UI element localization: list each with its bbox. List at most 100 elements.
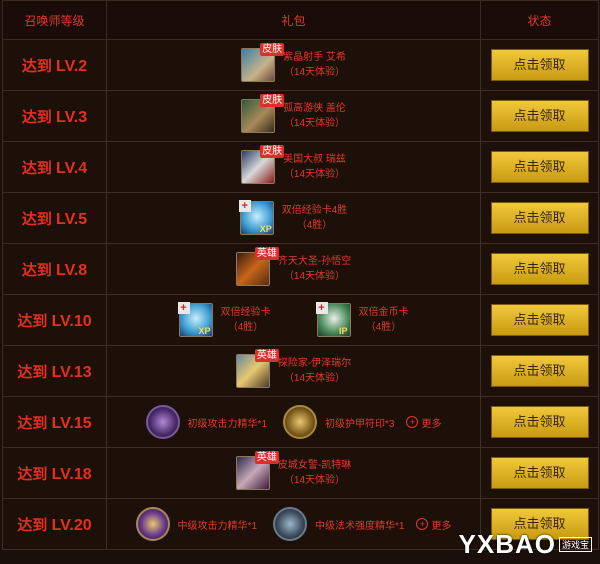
claim-button[interactable]: 点击领取 xyxy=(490,202,589,234)
table-row: 达到 LV.5 + XP 双倍经验卡4胜 （4胜） 点击领取 xyxy=(2,192,599,244)
skin-ryze-icon: 皮肤 xyxy=(241,145,285,184)
level-prefix: 达到 xyxy=(21,108,52,126)
table-header: 召唤师等级 礼包 状态 xyxy=(2,0,599,40)
level-value: LV.20 xyxy=(51,516,92,534)
table-row: 达到 LV.15 初级攻击力精华*1 初级护甲符印*3 + 更多 点击领取 xyxy=(2,396,599,448)
claim-button[interactable]: 点击领取 xyxy=(490,355,589,387)
skin-garen-icon: 皮肤 xyxy=(241,94,285,133)
skin-badge: 皮肤 xyxy=(260,145,285,158)
watermark-sub: 游戏宝 xyxy=(558,537,592,552)
table-row: 达到 LV.4 皮肤 美国大叔 瑞兹 （14天体验） 点击领取 xyxy=(2,141,599,193)
champion-badge: 英雄 xyxy=(254,451,279,464)
gift-duration: （14天体验） xyxy=(283,118,346,129)
status-cell: 点击领取 xyxy=(480,243,599,295)
level-value: LV.4 xyxy=(56,159,88,177)
rune-seal-icon xyxy=(283,405,317,439)
gift-name: 中级法术强度精华*1 xyxy=(315,520,405,532)
gift-name: 双倍金币卡 xyxy=(358,307,409,318)
gift-duration: （14天体验） xyxy=(283,271,346,282)
level-value: LV.2 xyxy=(56,57,88,75)
status-cell: 点击领取 xyxy=(480,141,599,193)
rune-glyph-icon xyxy=(273,507,307,541)
reward-table: 召唤师等级 礼包 状态 达到 LV.2 皮肤 紫晶射手 艾希 （14天体验） 点击… xyxy=(2,0,599,550)
claim-button[interactable]: 点击领取 xyxy=(490,151,589,183)
table-row: 达到 LV.10 + XP 双倍经验卡 （4胜） + IP 双倍金币卡 （4胜） 点击领… xyxy=(2,294,599,346)
level-cell: 达到 LV.2 xyxy=(2,39,107,91)
status-cell: 点击领取 xyxy=(480,396,599,448)
level-prefix: 达到 xyxy=(17,414,48,432)
table-row: 达到 LV.13 英雄 探险家-伊泽瑞尔 （14天体验） 点击领取 xyxy=(2,345,599,397)
champion-caitlyn-icon: 英雄 xyxy=(235,451,279,490)
champion-badge: 英雄 xyxy=(254,349,279,362)
level-cell: 达到 LV.20 xyxy=(2,498,107,550)
gift-name: 中级攻击力精华*1 xyxy=(177,520,257,532)
level-value: LV.8 xyxy=(56,261,88,279)
table-row: 达到 LV.18 英雄 皮城女警-凯特琳 （14天体验） 点击领取 xyxy=(2,447,599,499)
gift-cell: 英雄 齐天大圣-孙悟空 （14天体验） xyxy=(106,243,481,295)
level-prefix: 达到 xyxy=(17,465,48,483)
header-level: 召唤师等级 xyxy=(2,0,107,40)
gift-name: 探险家-伊泽瑞尔 xyxy=(277,358,352,369)
champion-badge: 英雄 xyxy=(254,247,279,260)
champion-wukong-icon: 英雄 xyxy=(235,247,279,286)
level-value: LV.3 xyxy=(56,108,88,126)
rune-quintessence-icon xyxy=(145,405,180,439)
plus-icon: + xyxy=(416,518,429,530)
table-row: 达到 LV.2 皮肤 紫晶射手 艾希 （14天体验） 点击领取 xyxy=(2,39,599,91)
gift-duration: （4胜） xyxy=(227,322,264,333)
gift-cell: 皮肤 紫晶射手 艾希 （14天体验） xyxy=(106,39,481,91)
more-link[interactable]: + 更多 xyxy=(406,415,441,430)
gift-name: 双倍经验卡4胜 xyxy=(281,205,348,216)
claim-button[interactable]: 点击领取 xyxy=(490,100,589,132)
more-link[interactable]: + 更多 xyxy=(416,517,451,532)
ip-label: IP xyxy=(338,326,348,336)
gift-cell: 中级攻击力精华*1 中级法术强度精华*1 + 更多 xyxy=(106,498,481,550)
gift-cell: 皮肤 美国大叔 瑞兹 （14天体验） xyxy=(106,141,481,193)
header-status: 状态 xyxy=(480,0,599,40)
gift-cell: 皮肤 孤高游侠 盖伦 （14天体验） xyxy=(106,90,481,142)
level-cell: 达到 LV.3 xyxy=(2,90,107,142)
level-cell: 达到 LV.18 xyxy=(2,447,107,499)
gift-name: 美国大叔 瑞兹 xyxy=(283,154,346,165)
gift-cell: 英雄 探险家-伊泽瑞尔 （14天体验） xyxy=(106,345,481,397)
status-cell: 点击领取 xyxy=(480,39,599,91)
level-cell: 达到 LV.5 xyxy=(2,192,107,244)
skin-ashe-icon: 皮肤 xyxy=(241,43,285,82)
level-prefix: 达到 xyxy=(17,312,48,330)
gift-name: 皮城女警-凯特琳 xyxy=(277,460,352,471)
gift-name: 紫晶射手 艾希 xyxy=(283,52,346,63)
gift-cell: 初级攻击力精华*1 初级护甲符印*3 + 更多 xyxy=(106,396,481,448)
level-prefix: 达到 xyxy=(17,363,48,381)
level-value: LV.13 xyxy=(51,363,92,381)
gift-cell: + XP 双倍经验卡 （4胜） + IP 双倍金币卡 （4胜） xyxy=(106,294,481,346)
level-prefix: 达到 xyxy=(21,57,52,75)
xp-boost-icon: + XP xyxy=(177,302,213,337)
level-cell: 达到 LV.10 xyxy=(2,294,107,346)
table-row: 达到 LV.3 皮肤 孤高游侠 盖伦 （14天体验） 点击领取 xyxy=(2,90,599,142)
gift-name: 齐天大圣-孙悟空 xyxy=(277,256,352,267)
gift-duration: （4胜） xyxy=(296,220,333,231)
claim-button[interactable]: 点击领取 xyxy=(490,49,589,81)
status-cell: 点击领取 xyxy=(480,345,599,397)
claim-button[interactable]: 点击领取 xyxy=(490,304,589,336)
claim-button[interactable]: 点击领取 xyxy=(490,406,589,438)
level-value: LV.10 xyxy=(51,312,92,330)
level-value: LV.18 xyxy=(51,465,92,483)
gift-cell: 英雄 皮城女警-凯特琳 （14天体验） xyxy=(106,447,481,499)
status-cell: 点击领取 xyxy=(480,447,599,499)
gift-name: 初级攻击力精华*1 xyxy=(187,418,267,430)
gift-name: 双倍经验卡 xyxy=(220,307,271,318)
status-cell: 点击领取 xyxy=(480,192,599,244)
claim-button[interactable]: 点击领取 xyxy=(490,253,589,285)
gift-cell: + XP 双倍经验卡4胜 （4胜） xyxy=(106,192,481,244)
level-prefix: 达到 xyxy=(21,159,52,177)
header-gift: 礼包 xyxy=(106,0,481,40)
claim-button[interactable]: 点击领取 xyxy=(490,457,589,489)
gift-name: 孤高游侠 盖伦 xyxy=(283,103,346,114)
table-row: 达到 LV.8 英雄 齐天大圣-孙悟空 （14天体验） 点击领取 xyxy=(2,243,599,295)
xp-boost-icon: + XP xyxy=(238,200,274,235)
status-cell: 点击领取 xyxy=(480,90,599,142)
gift-duration: （14天体验） xyxy=(283,67,346,78)
status-cell: 点击领取 xyxy=(480,294,599,346)
ip-boost-icon: + IP xyxy=(315,302,351,337)
